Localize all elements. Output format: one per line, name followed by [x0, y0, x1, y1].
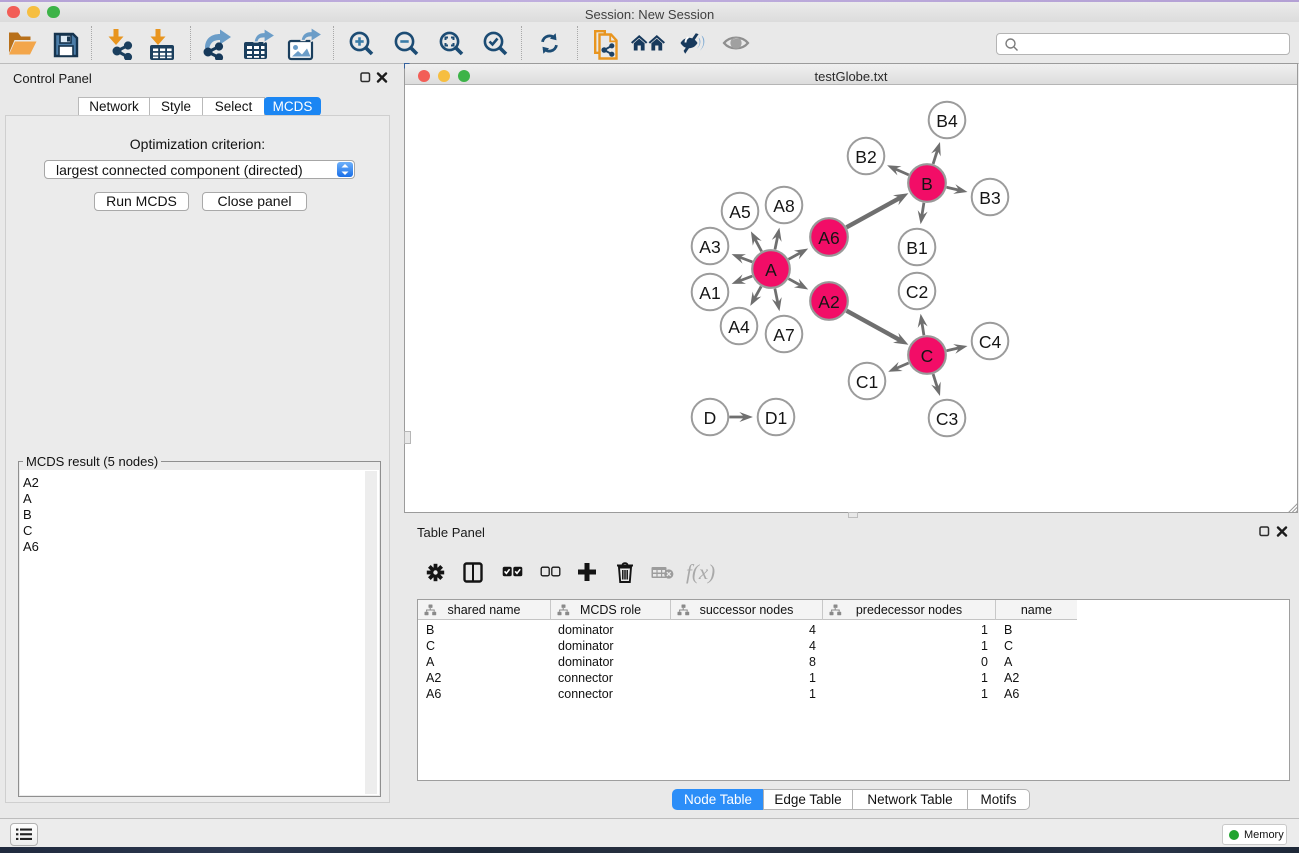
svg-text:B: B [921, 174, 933, 194]
svg-text:A: A [765, 260, 777, 280]
svg-text:A1: A1 [699, 283, 720, 303]
svg-text:C3: C3 [936, 409, 958, 429]
svg-text:D1: D1 [765, 408, 787, 428]
svg-text:A4: A4 [728, 317, 750, 337]
svg-text:A6: A6 [818, 228, 839, 248]
svg-text:C4: C4 [979, 332, 1002, 352]
svg-text:A2: A2 [818, 292, 839, 312]
svg-text:B2: B2 [855, 147, 876, 167]
svg-text:C2: C2 [906, 282, 928, 302]
svg-text:D: D [704, 408, 717, 428]
svg-text:A8: A8 [773, 196, 794, 216]
svg-text:A3: A3 [699, 237, 720, 257]
svg-text:A5: A5 [729, 202, 750, 222]
svg-text:C1: C1 [856, 372, 878, 392]
svg-text:B1: B1 [906, 238, 927, 258]
svg-text:A7: A7 [773, 325, 794, 345]
svg-text:B4: B4 [936, 111, 958, 131]
svg-text:C: C [921, 346, 934, 366]
svg-text:B3: B3 [979, 188, 1000, 208]
